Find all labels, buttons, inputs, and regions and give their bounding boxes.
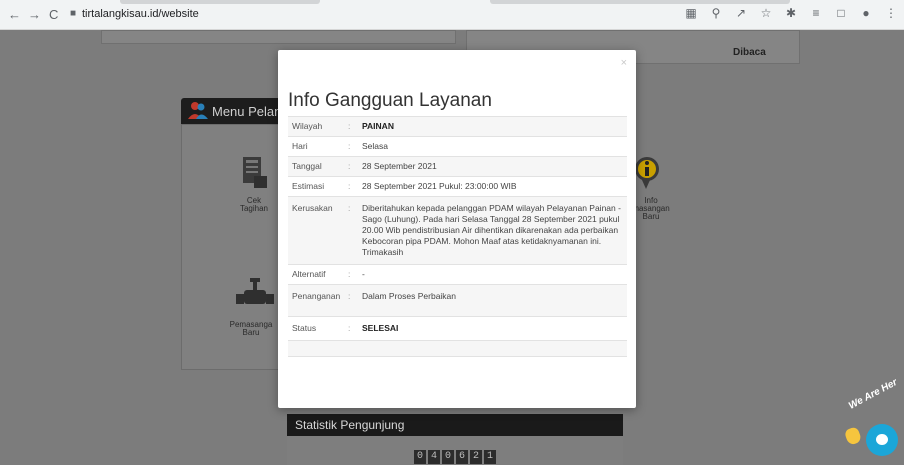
counter-digit: 1: [484, 450, 496, 464]
forward-icon[interactable]: →: [28, 7, 41, 22]
side-panel-icon[interactable]: □: [834, 6, 848, 20]
row-label: Status: [288, 316, 346, 341]
table-row: Status : SELESAI: [288, 316, 627, 341]
toolbar-icons: ▦ ⚲ ↗ ☆ ✱ ≡ □ ● ⋮: [684, 6, 898, 20]
row-separator: :: [346, 116, 360, 137]
profile-icon[interactable]: ●: [859, 6, 873, 20]
counter-digit: 6: [456, 450, 468, 464]
counter-digit: 0: [442, 450, 454, 464]
users-icon: [188, 102, 208, 119]
row-separator: :: [346, 316, 360, 341]
row-value: 28 September 2021: [360, 156, 627, 177]
counter-digit: 4: [428, 450, 440, 464]
row-label: Penanganan: [288, 284, 346, 317]
browser-toolbar: ← → C ■ tirtalangkisau.id/website ▦ ⚲ ↗ …: [0, 0, 904, 30]
row-label: Estimasi: [288, 176, 346, 197]
table-row: Wilayah : PAINAN: [288, 116, 627, 137]
row-separator: :: [346, 284, 360, 317]
row-value: Dalam Proses Perbaikan: [360, 284, 627, 317]
statistik-title: Statistik Pengunjung: [295, 418, 405, 432]
modal-title: Info Gangguan Layanan: [288, 90, 492, 111]
row-value: Selasa: [360, 136, 627, 157]
address-bar[interactable]: tirtalangkisau.id/website: [82, 8, 199, 20]
cek-tagihan-label[interactable]: Cek Tagihan: [232, 197, 276, 213]
translate-icon[interactable]: ▦: [684, 6, 698, 20]
visitor-counter: 0 4 0 6 2 1: [414, 450, 496, 464]
reload-icon[interactable]: C: [49, 7, 58, 22]
row-separator: :: [346, 136, 360, 157]
row-value: -: [360, 264, 627, 285]
counter-digit: 2: [470, 450, 482, 464]
back-icon[interactable]: ←: [8, 7, 21, 22]
close-icon[interactable]: ×: [621, 57, 627, 69]
info-table: Wilayah : PAINAN Hari : Selasa Tanggal :…: [288, 116, 627, 373]
reading-list-icon[interactable]: ≡: [809, 6, 823, 20]
bill-icon: [243, 157, 267, 188]
table-row: Estimasi : 28 September 2021 Pukul: 23:0…: [288, 176, 627, 197]
tab-strip-hint: [120, 0, 320, 4]
row-label: Kerusakan: [288, 196, 346, 265]
row-value: 28 September 2021 Pukul: 23:00:00 WIB: [360, 176, 627, 197]
bg-dibaca-label: Dibaca: [733, 47, 766, 58]
table-row: Hari : Selasa: [288, 136, 627, 157]
table-row: Tanggal : 28 September 2021: [288, 156, 627, 177]
counter-digit: 0: [414, 450, 426, 464]
row-value: Diberitahukan kepada pelanggan PDAM wila…: [360, 196, 627, 265]
row-value: PAINAN: [360, 116, 627, 137]
menu-panel-title: Menu Pelan: [212, 104, 282, 119]
zoom-icon[interactable]: ⚲: [709, 6, 723, 20]
row-separator: :: [346, 196, 360, 265]
info-pemasangan-label[interactable]: Info masangan Baru: [630, 197, 672, 221]
table-row: Penanganan : Dalam Proses Perbaikan: [288, 284, 627, 317]
row-label: Alternatif: [288, 264, 346, 285]
table-row: Alternatif : -: [288, 264, 627, 285]
extensions-icon[interactable]: ✱: [784, 6, 798, 20]
menu-icon[interactable]: ⋮: [884, 6, 898, 20]
share-icon[interactable]: ↗: [734, 6, 748, 20]
row-separator: :: [346, 156, 360, 177]
info-icon: [635, 157, 659, 189]
bg-card-left: [101, 30, 456, 44]
row-value: SELESAI: [360, 316, 627, 341]
bookmark-star-icon[interactable]: ☆: [759, 6, 773, 20]
chat-bubble-icon[interactable]: [866, 424, 898, 456]
table-row-empty: [288, 340, 627, 357]
row-separator: :: [346, 264, 360, 285]
row-label: Hari: [288, 136, 346, 157]
info-gangguan-modal: × Info Gangguan Layanan Wilayah : PAINAN…: [278, 50, 636, 408]
water-pipe-icon: [236, 278, 274, 304]
row-separator: :: [346, 176, 360, 197]
table-row-empty: [288, 356, 627, 373]
table-row: Kerusakan : Diberitahukan kepada pelangg…: [288, 196, 627, 265]
row-label: Wilayah: [288, 116, 346, 137]
row-label: Tanggal: [288, 156, 346, 177]
tab-strip-hint: [490, 0, 790, 4]
lock-icon: ■: [70, 8, 77, 19]
pemasangan-baru-label[interactable]: Pemasanga Baru: [226, 321, 276, 337]
